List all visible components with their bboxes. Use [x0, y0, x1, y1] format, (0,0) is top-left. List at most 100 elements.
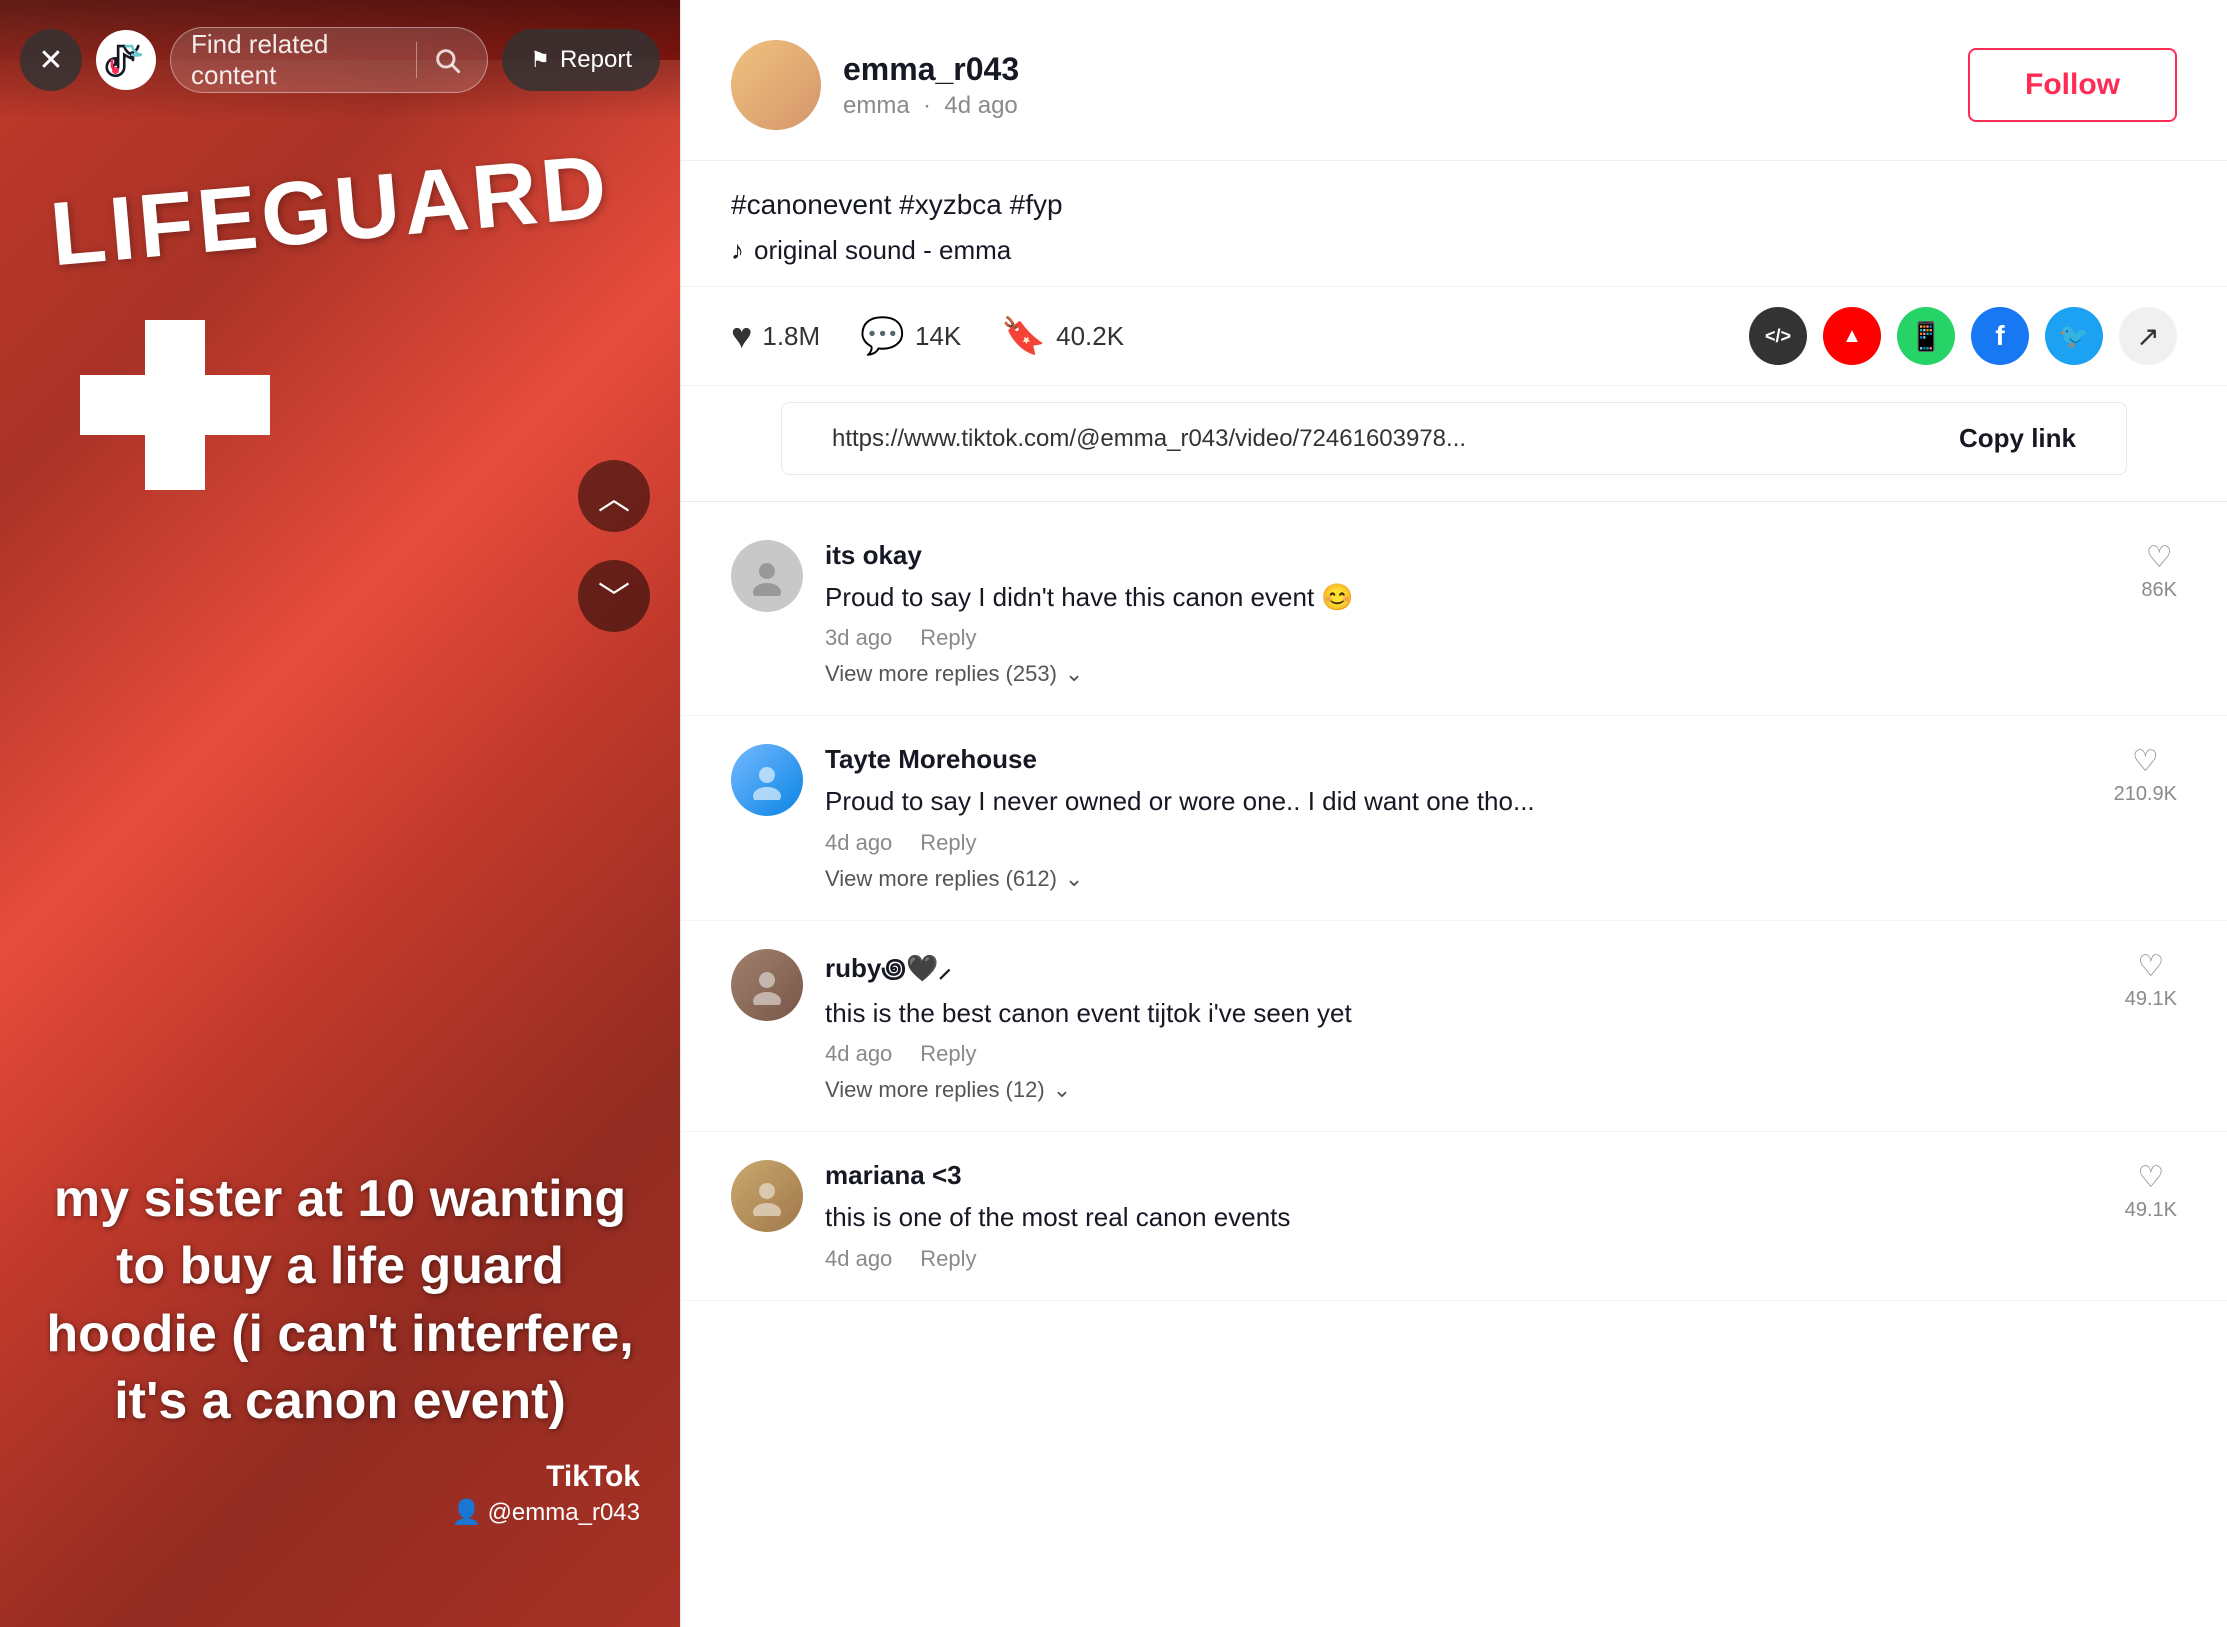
comment-content: its okay Proud to say I didn't have this…	[825, 540, 2119, 687]
facebook-share-button[interactable]: f	[1971, 307, 2029, 365]
share-icons: </> ▲ 📱 f 🐦 ↗	[1749, 307, 2177, 365]
comment-text: Proud to say I didn't have this canon ev…	[825, 579, 2119, 615]
video-panel: LIFEGUARD ✕ Find related content	[0, 0, 680, 1627]
tiktok-share-button[interactable]: ▲	[1823, 307, 1881, 365]
chevron-down-icon: ⌄	[1065, 866, 1083, 892]
follow-button[interactable]: Follow	[1968, 48, 2177, 122]
link-container: https://www.tiktok.com/@emma_r043/video/…	[681, 386, 2227, 501]
display-name: emma	[843, 92, 910, 119]
commenter-avatar	[731, 744, 803, 816]
tiktok-logo-icon	[105, 39, 147, 81]
comment-icon: 💬	[860, 315, 905, 357]
hashtags: #canonevent #xyzbca #fyp	[731, 189, 2177, 221]
comment-time: 3d ago	[825, 625, 892, 651]
avatar-image	[731, 40, 821, 130]
likes-stat: ♥ 1.8M	[731, 315, 820, 357]
close-icon: ✕	[38, 43, 63, 78]
search-bar[interactable]: Find related content	[170, 27, 488, 93]
chevron-down-icon: ﹀	[598, 573, 630, 619]
view-replies-label: View more replies (12)	[825, 1077, 1045, 1103]
search-button[interactable]	[427, 40, 467, 80]
commenter-name: its okay	[825, 540, 2119, 571]
time-ago: 4d ago	[944, 92, 1017, 119]
twitter-share-button[interactable]: 🐦	[2045, 307, 2103, 365]
stats-row: ♥ 1.8M 💬 14K 🔖 40.2K </> ▲ 📱 f 🐦 ↗	[681, 286, 2227, 386]
like-count: 49.1K	[2125, 988, 2177, 1011]
profile-info: emma_r043 emma · 4d ago	[843, 50, 1946, 120]
avatar-icon	[747, 1176, 787, 1216]
person-icon: 👤	[452, 1498, 482, 1527]
reply-button[interactable]: Reply	[920, 830, 976, 856]
comment-content: Tayte Morehouse Proud to say I never own…	[825, 744, 2092, 891]
chevron-down-icon: ⌄	[1053, 1077, 1071, 1103]
comment-time: 4d ago	[825, 830, 892, 856]
bookmark-icon: 🔖	[1001, 315, 1046, 357]
sound-row: ♪ original sound - emma	[731, 235, 2177, 266]
avatar-icon	[747, 965, 787, 1005]
comment-item: ruby꩜🖤⸝ this is the best canon event tij…	[681, 921, 2227, 1132]
like-icon[interactable]: ♡	[2146, 540, 2173, 575]
tiktok-logo	[96, 30, 156, 90]
comments-count: 14K	[915, 321, 961, 352]
view-replies-label: View more replies (253)	[825, 661, 1057, 687]
comment-item: Tayte Morehouse Proud to say I never own…	[681, 716, 2227, 920]
search-input[interactable]: Find related content	[191, 29, 406, 91]
video-caption: my sister at 10 wanting to buy a life gu…	[0, 1166, 680, 1527]
caption-text: my sister at 10 wanting to buy a life gu…	[40, 1166, 640, 1436]
commenter-avatar	[731, 949, 803, 1021]
nav-down-button[interactable]: ﹀	[578, 560, 650, 632]
comment-content: mariana <3 this is one of the most real …	[825, 1160, 2103, 1271]
like-icon[interactable]: ♡	[2137, 949, 2164, 984]
comments-stat: 💬 14K	[860, 315, 961, 357]
nav-up-button[interactable]: ︿	[578, 460, 650, 532]
reply-button[interactable]: Reply	[920, 1246, 976, 1272]
like-icon[interactable]: ♡	[2132, 744, 2159, 779]
comment-item: its okay Proud to say I didn't have this…	[681, 512, 2227, 716]
like-count: 86K	[2141, 579, 2177, 602]
caption-brand: TikTok 👤 @emma_r043	[40, 1460, 640, 1527]
username: emma_r043	[843, 50, 1946, 88]
likes-count: 1.8M	[762, 321, 820, 352]
comment-like: ♡ 49.1K	[2125, 949, 2177, 1103]
comment-item: mariana <3 this is one of the most real …	[681, 1132, 2227, 1300]
more-share-button[interactable]: ↗	[2119, 307, 2177, 365]
embed-button[interactable]: </>	[1749, 307, 1807, 365]
top-bar: ✕ Find related content ⚑ Report	[0, 0, 680, 120]
comment-like: ♡ 86K	[2141, 540, 2177, 687]
tiktok-brand: TikTok	[546, 1460, 640, 1494]
right-panel: emma_r043 emma · 4d ago Follow #canoneve…	[680, 0, 2227, 1627]
bookmarks-stat: 🔖 40.2K	[1001, 315, 1124, 357]
comment-meta: 3d ago Reply	[825, 625, 2119, 651]
comment-time: 4d ago	[825, 1041, 892, 1067]
profile-header: emma_r043 emma · 4d ago Follow	[681, 0, 2227, 161]
comment-meta: 4d ago Reply	[825, 1041, 2103, 1067]
like-count: 210.9K	[2114, 783, 2177, 806]
comment-meta: 4d ago Reply	[825, 830, 2092, 856]
chevron-up-icon: ︿	[598, 473, 630, 519]
report-button[interactable]: ⚑ Report	[502, 29, 660, 91]
commenter-avatar	[731, 1160, 803, 1232]
sound-label: original sound - emma	[754, 235, 1011, 266]
view-replies-button[interactable]: View more replies (612) ⌄	[825, 866, 2092, 892]
avatar	[731, 40, 821, 130]
comment-like: ♡ 210.9K	[2114, 744, 2177, 891]
reply-button[interactable]: Reply	[920, 625, 976, 651]
tiktok-user-tag: 👤 @emma_r043	[452, 1498, 640, 1527]
whatsapp-share-button[interactable]: 📱	[1897, 307, 1955, 365]
comment-meta: 4d ago Reply	[825, 1246, 2103, 1272]
commenter-name: Tayte Morehouse	[825, 744, 2092, 775]
view-replies-button[interactable]: View more replies (253) ⌄	[825, 661, 2119, 687]
search-icon	[433, 46, 461, 74]
tiktok-username: @emma_r043	[488, 1499, 640, 1527]
copy-link-button[interactable]: Copy link	[1959, 423, 2076, 454]
close-button[interactable]: ✕	[20, 29, 82, 91]
avatar-icon	[747, 760, 787, 800]
chevron-down-icon: ⌄	[1065, 661, 1083, 687]
reply-button[interactable]: Reply	[920, 1041, 976, 1067]
bookmarks-count: 40.2K	[1056, 321, 1124, 352]
comment-text: this is one of the most real canon event…	[825, 1199, 2103, 1235]
comment-text: this is the best canon event tijtok i've…	[825, 995, 2103, 1031]
view-replies-button[interactable]: View more replies (12) ⌄	[825, 1077, 2103, 1103]
like-icon[interactable]: ♡	[2137, 1160, 2164, 1195]
description: #canonevent #xyzbca #fyp ♪ original soun…	[681, 161, 2227, 286]
